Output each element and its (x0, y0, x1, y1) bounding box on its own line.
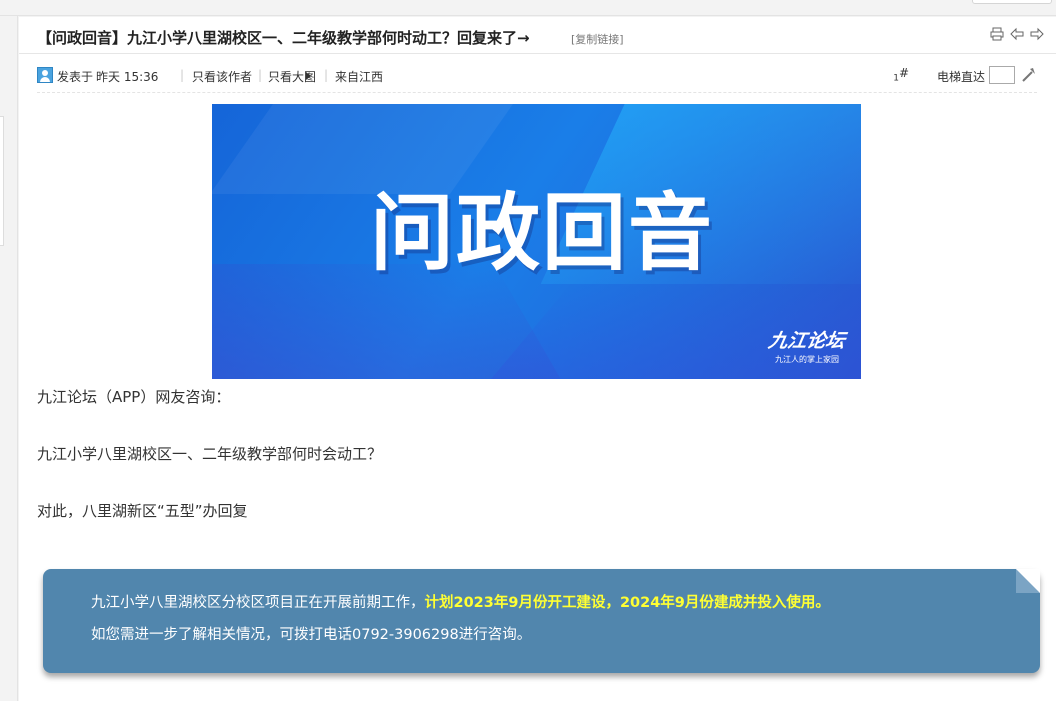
meta-divider (37, 92, 1037, 93)
banner-logo: 九江论坛 九江人的掌上家园 (766, 326, 847, 365)
separator: | (180, 68, 185, 82)
body-paragraph-1: 九江论坛（APP）网友咨询： (37, 388, 231, 406)
page-fold-corner (1016, 569, 1040, 593)
banner-logo-main: 九江论坛 (766, 330, 847, 352)
post-meta: 发表于 昨天 15:36 | 只看该作者 | 只看大图 | 来自江西 1# 电梯… (37, 64, 1037, 86)
note-line-1: 九江小学八里湖校区分校区项目正在开展前期工作，计划2023年9月份开工建设，20… (91, 591, 830, 612)
user-avatar-icon[interactable] (37, 67, 53, 83)
from-location: 来自江西 (335, 70, 384, 84)
left-sidebar-strip (0, 16, 18, 701)
body-paragraph-3: 对此，八里湖新区“五型”办回复 (37, 502, 248, 520)
print-icon[interactable] (990, 26, 1004, 41)
reply-note-box: 九江小学八里湖校区分校区项目正在开展前期工作，计划2023年9月份开工建设，20… (43, 569, 1040, 673)
note-line-1-text: 九江小学八里湖校区分校区项目正在开展前期工作， (91, 595, 425, 611)
banner-image[interactable]: 问政回音 九江论坛 九江人的掌上家园 (212, 104, 861, 379)
floor-number: 1# (893, 66, 909, 83)
posted-prefix: 发表于 (57, 70, 94, 84)
separator: | (258, 68, 263, 82)
next-thread-icon[interactable] (1030, 26, 1044, 41)
elevator-input[interactable] (989, 66, 1015, 84)
previous-thread-icon[interactable] (1010, 26, 1024, 41)
top-bar (0, 0, 1056, 16)
note-highlight: 计划2023年9月份开工建设，2024年9月份建成并投入使用。 (424, 595, 830, 611)
banner-logo-sub: 九江人的掌上家园 (774, 355, 839, 364)
elevator-label: 电梯直达 (936, 70, 985, 84)
banner-title: 问政回音 (369, 184, 714, 282)
separator: | (324, 68, 329, 82)
copy-link[interactable]: [复制链接] (571, 31, 624, 47)
note-line-2: 如您需进一步了解相关情况，可拨打电话0792-3906298进行咨询。 (91, 627, 532, 643)
top-tab[interactable] (972, 0, 1052, 4)
post-container: 【问政回音】九江小学八里湖校区一、二年级教学部何时动工？回复来了→ [复制链接]… (19, 17, 1056, 701)
left-collapse-tab[interactable] (0, 116, 4, 246)
body-paragraph-2: 九江小学八里湖校区一、二年级教学部何时会动工？ (37, 445, 383, 463)
floor-suffix: # (898, 66, 909, 80)
posted-time: 昨天 15:36 (96, 70, 159, 84)
title-bar: 【问政回音】九江小学八里湖校区一、二年级教学部何时动工？回复来了→ [复制链接] (19, 17, 1056, 54)
author-only-link[interactable]: 只看该作者 (192, 68, 252, 85)
thread-title: 【问政回音】九江小学八里湖校区一、二年级教学部何时动工？回复来了→ (37, 29, 530, 47)
title-icons (990, 26, 1044, 41)
go-arrow-icon[interactable] (1021, 67, 1037, 83)
dropdown-arrow-icon[interactable] (306, 72, 311, 80)
